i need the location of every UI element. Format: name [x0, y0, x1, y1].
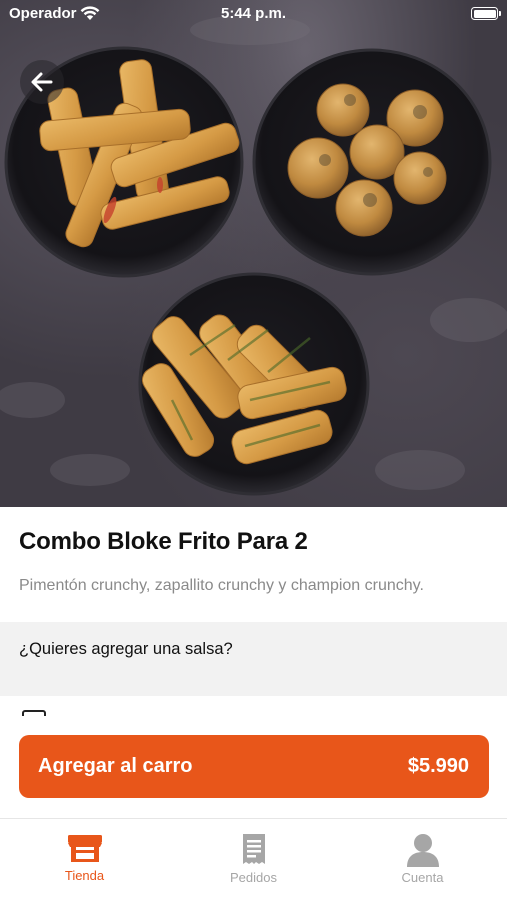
tab-tienda[interactable]: Tienda	[0, 819, 169, 900]
product-description: Pimentón crunchy, zapallito crunchy y ch…	[19, 577, 424, 594]
add-to-cart-price: $5.990	[407, 755, 469, 777]
status-time: 5:44 p.m.	[220, 5, 287, 22]
add-to-cart-label: Agregar al carro	[38, 755, 193, 777]
tab-cuenta[interactable]: Cuenta	[338, 819, 507, 900]
add-to-cart-button[interactable]: Agregar al carro $5.990	[19, 735, 489, 798]
tab-label: Tienda	[64, 868, 105, 883]
product-image	[0, 0, 507, 507]
tab-bar: Tienda Pedidos Cuenta	[0, 818, 507, 900]
status-bar: Operador 5:44 p.m.	[0, 0, 507, 28]
battery-icon	[471, 7, 501, 20]
store-icon	[67, 835, 102, 862]
tab-label: Cuenta	[401, 870, 444, 885]
back-button[interactable]	[20, 60, 64, 104]
tab-label: Pedidos	[230, 870, 277, 885]
tab-pedidos[interactable]: Pedidos	[169, 819, 338, 900]
cart-bar: Agregar al carro $5.990	[0, 716, 507, 818]
product-title: Combo Bloke Frito Para 2	[19, 528, 308, 555]
receipt-icon	[242, 834, 265, 864]
sauce-section-header: ¿Quieres agregar una salsa?	[0, 622, 507, 696]
user-icon	[406, 834, 439, 867]
sauce-question: ¿Quieres agregar una salsa?	[19, 640, 233, 658]
arrow-left-icon	[31, 72, 53, 92]
